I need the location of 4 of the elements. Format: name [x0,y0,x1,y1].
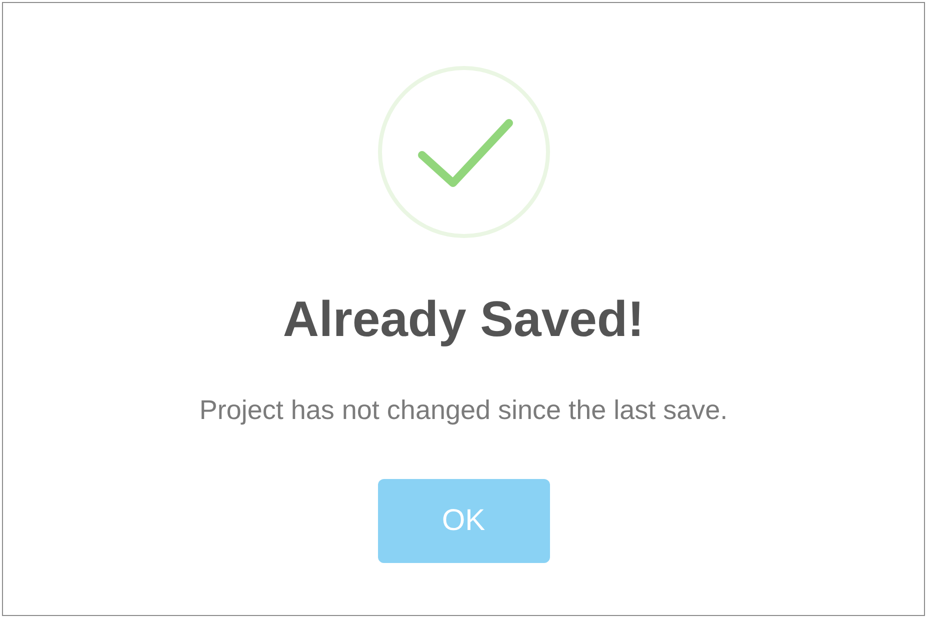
dialog-title: Already Saved! [282,290,644,349]
check-icon [376,65,550,239]
ok-button[interactable]: OK [378,479,550,563]
dialog-message: Project has not changed since the last save. [199,394,728,427]
